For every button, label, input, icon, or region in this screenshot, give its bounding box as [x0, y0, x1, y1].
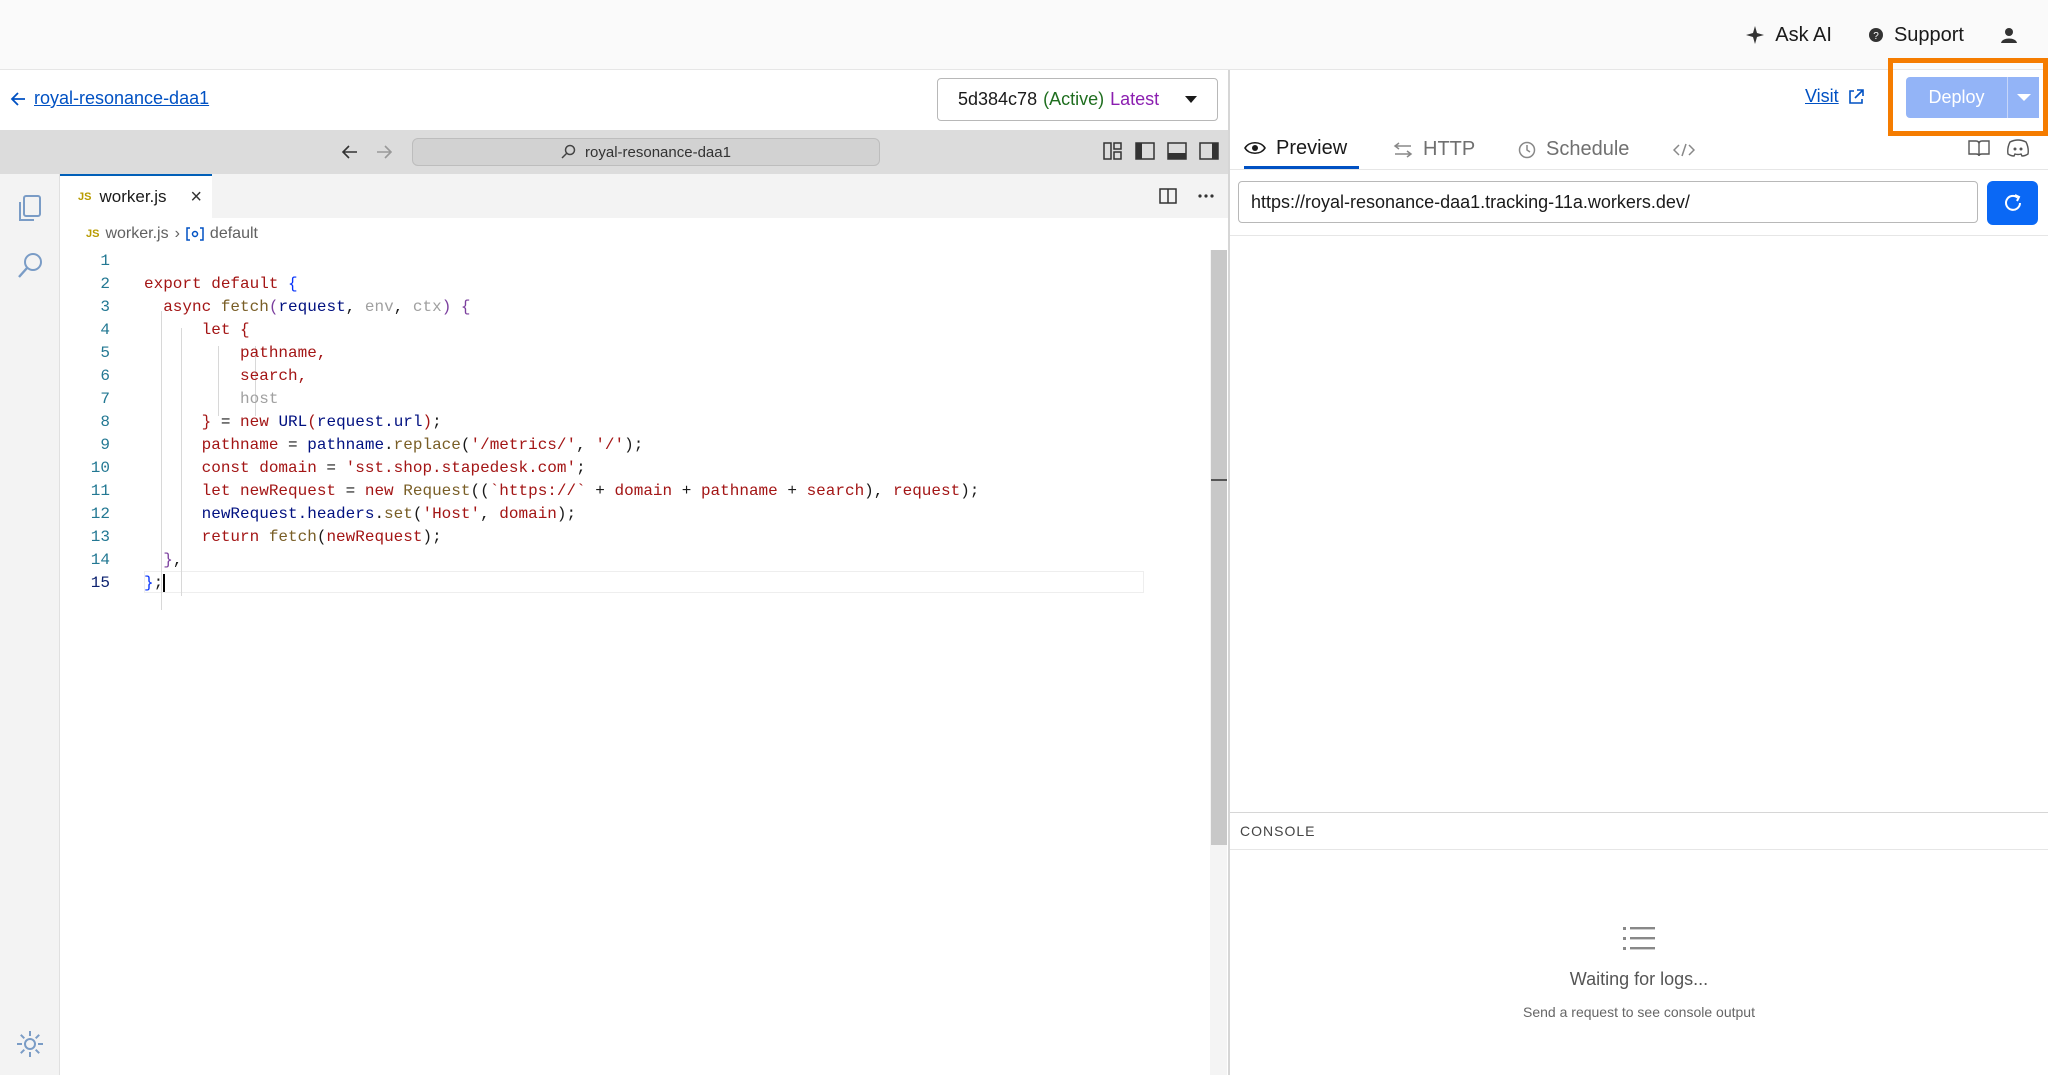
- version-status: (Active): [1043, 89, 1105, 109]
- tab-actions: [1158, 186, 1216, 206]
- chevron-right-icon: ›: [174, 225, 180, 242]
- scroll-cursor-marker: [1211, 479, 1227, 481]
- code-line: 7 host: [100, 390, 279, 408]
- version-id: 5d384c78: [958, 89, 1038, 109]
- help-icon: ?: [1868, 28, 1883, 42]
- clock-icon: [1518, 141, 1536, 158]
- preview-url-value: https://royal-resonance-daa1.tracking-11…: [1251, 191, 1690, 212]
- version-tag: Latest: [1110, 89, 1160, 109]
- layout-controls: [1102, 140, 1220, 162]
- code-line: 11 let newRequest = new Request((`https:…: [90, 482, 980, 500]
- back-link[interactable]: royal-resonance-daa1: [10, 88, 209, 109]
- code-line: 6 search,: [100, 367, 308, 385]
- code-line: 12 newRequest.headers.set('Host', domain…: [90, 505, 577, 523]
- console-empty-state: Waiting for logs... Send a request to se…: [1230, 925, 2048, 1020]
- ask-ai-label: Ask AI: [1775, 23, 1832, 46]
- editor-tabs: JS worker.js ×: [60, 174, 1228, 218]
- deploy-highlight-box: [1888, 58, 2048, 136]
- tab-schedule-label: Schedule: [1546, 138, 1630, 160]
- console-hint-text: Send a request to see console output: [1523, 1004, 1755, 1020]
- eye-icon: [1244, 141, 1266, 155]
- user-icon: [2001, 28, 2017, 43]
- visit-link[interactable]: Visit: [1805, 86, 1865, 107]
- split-editor-icon[interactable]: [1158, 186, 1178, 206]
- code-line: 3 async fetch(request, env, ctx) {: [100, 298, 471, 316]
- crumb-file[interactable]: worker.js: [105, 225, 168, 243]
- back-link-label: royal-resonance-daa1: [34, 88, 210, 108]
- tab-worker-js[interactable]: JS worker.js ×: [60, 174, 212, 218]
- console-waiting-text: Waiting for logs...: [1569, 969, 1709, 989]
- tab-http[interactable]: HTTP: [1393, 130, 1475, 169]
- caret-down-icon: [1185, 95, 1197, 103]
- code-line: 10 const domain = 'sst.shop.stapedesk.co…: [90, 459, 586, 477]
- symbol-variable-icon: [186, 227, 204, 241]
- user-menu-button[interactable]: [2000, 26, 2018, 44]
- editor-title-bar: royal-resonance-daa1: [0, 130, 1228, 174]
- refresh-button[interactable]: [1987, 181, 2038, 225]
- js-file-icon: JS: [86, 228, 100, 240]
- tab-http-label: HTTP: [1423, 138, 1476, 160]
- customize-layout-icon[interactable]: [1102, 140, 1124, 162]
- code-line: 14 },: [90, 551, 183, 569]
- code-line: 8 } = new URL(request.url);: [100, 413, 442, 431]
- crumb-symbol[interactable]: default: [210, 225, 258, 243]
- search-icon: [561, 144, 576, 159]
- arrow-left-icon: [10, 91, 25, 106]
- preview-tab-icons: [1968, 138, 2030, 158]
- toggle-panel-icon[interactable]: [1166, 140, 1188, 162]
- back-arrow-icon[interactable]: [340, 142, 360, 162]
- external-link-icon: [1848, 88, 1864, 104]
- js-file-icon: JS: [78, 191, 92, 203]
- docs-book-icon[interactable]: [1968, 138, 1990, 158]
- support-button[interactable]: ? Support: [1868, 24, 1964, 47]
- tab-label: worker.js: [99, 187, 167, 206]
- top-bar: Ask AI ? Support: [0, 0, 2048, 70]
- editor-breadcrumbs: JS worker.js › default: [60, 218, 1228, 250]
- activity-bar: [0, 174, 60, 1075]
- arrows-exchange-icon: [1393, 141, 1413, 158]
- tab-code[interactable]: [1673, 130, 1695, 169]
- divider: [1230, 235, 2048, 236]
- settings-gear-icon[interactable]: [14, 1028, 46, 1060]
- code-line: 2 export default {: [100, 275, 298, 293]
- toggle-secondary-sidebar-icon[interactable]: [1198, 140, 1220, 162]
- code-brackets-icon: [1673, 143, 1695, 156]
- support-label: Support: [1893, 23, 1964, 46]
- ask-ai-button[interactable]: Ask AI: [1745, 24, 1832, 47]
- list-icon: [1623, 927, 1655, 950]
- svg-text:?: ?: [1873, 31, 1879, 42]
- tab-preview[interactable]: Preview: [1244, 130, 1360, 169]
- code-line: 1: [100, 252, 110, 270]
- code-line: 13 return fetch(newRequest);: [90, 528, 442, 546]
- search-icon[interactable]: [14, 250, 46, 282]
- more-actions-icon[interactable]: [1196, 186, 1216, 206]
- tab-preview-label: Preview: [1276, 136, 1348, 159]
- code-line: 4 let {: [100, 321, 250, 339]
- tab-schedule[interactable]: Schedule: [1518, 130, 1629, 169]
- editor-header: royal-resonance-daa1 5d384c78 (Active) L…: [0, 70, 1228, 130]
- refresh-icon: [2004, 194, 2021, 211]
- history-nav: [340, 142, 394, 162]
- discord-icon[interactable]: [2006, 138, 2030, 158]
- toggle-primary-sidebar-icon[interactable]: [1134, 140, 1156, 162]
- command-center-label: royal-resonance-daa1: [585, 143, 731, 161]
- close-icon[interactable]: ×: [190, 186, 202, 209]
- sparkle-icon: [1746, 26, 1765, 44]
- forward-arrow-icon[interactable]: [374, 142, 394, 162]
- code-line: 5 pathname,: [100, 344, 327, 362]
- code-line: 9 pathname = pathname.replace('/metrics/…: [100, 436, 644, 454]
- preview-url-input[interactable]: https://royal-resonance-daa1.tracking-11…: [1238, 181, 1978, 223]
- command-center[interactable]: royal-resonance-daa1: [412, 138, 880, 166]
- code-line: 15};: [60, 572, 1160, 595]
- console-header: CONSOLE: [1230, 812, 2048, 850]
- version-select[interactable]: 5d384c78 (Active) Latest: [937, 78, 1218, 121]
- editor-scroll-thumb[interactable]: [1211, 250, 1227, 845]
- code-editor[interactable]: 1 2 export default { 3 async fetch(reques…: [60, 250, 1210, 1075]
- visit-label: Visit: [1805, 86, 1839, 106]
- explorer-files-icon[interactable]: [14, 192, 46, 224]
- preview-tabs: Preview HTTP Schedule: [1230, 130, 2048, 170]
